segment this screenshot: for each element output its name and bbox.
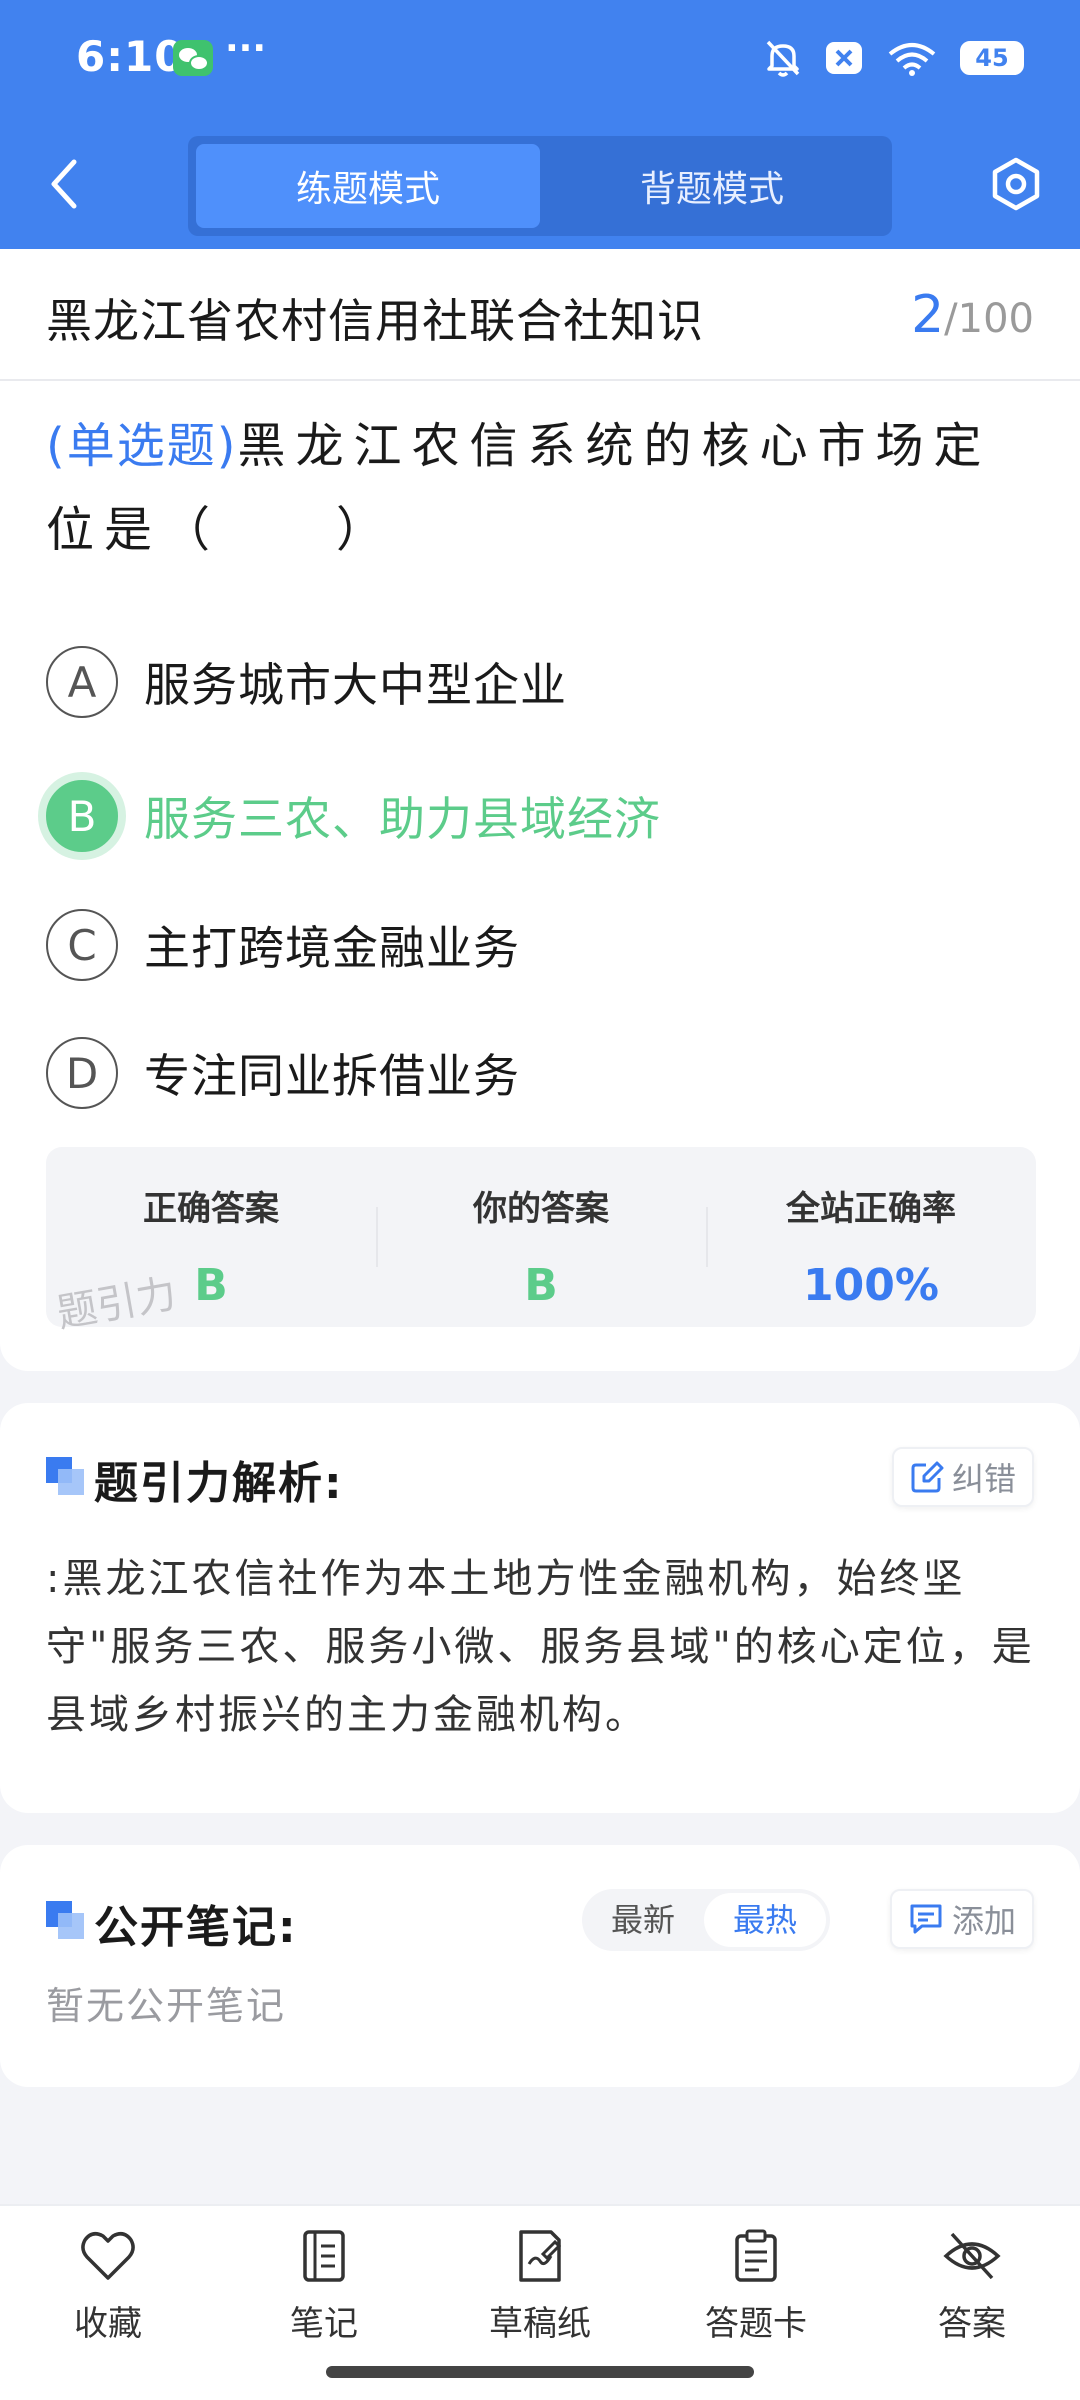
answer-sheet-icon <box>735 2229 777 2282</box>
option-text: 主打跨境金融业务 <box>144 921 520 975</box>
current-question-number: 2 <box>911 285 945 345</box>
analysis-card: 题引力解析: 纠错 :黑龙江农信社作为本土地方性金融机构，始终坚守"服务三农、服… <box>0 1403 1080 1813</box>
analysis-title: 题引力解析: <box>94 1458 344 1509</box>
settings-icon[interactable] <box>988 156 1044 212</box>
question-text: (单选题)黑龙江农信系统的核心市场定位是（ ） <box>46 404 1036 572</box>
edit-icon <box>911 1461 944 1493</box>
notes-card: 公开笔记: 最新 最热 添加 暂无公开笔记 <box>0 1845 1080 2087</box>
show-answer-button[interactable]: 答案 <box>892 2228 1052 2345</box>
home-indicator[interactable] <box>326 2366 754 2378</box>
correct-answer-label: 正确答案 <box>143 1189 279 1229</box>
sort-hottest[interactable]: 最热 <box>704 1893 826 1947</box>
report-error-button[interactable]: 纠错 <box>891 1447 1034 1507</box>
show-answer-label: 答案 <box>938 2304 1006 2344</box>
sort-latest[interactable]: 最新 <box>582 1893 704 1947</box>
battery-indicator: 45 <box>960 41 1024 75</box>
eye-off-icon <box>943 2232 1001 2280</box>
nav-bar: 练题模式 背题模式 <box>0 130 1080 240</box>
tab-practice-mode[interactable]: 练题模式 <box>196 144 540 228</box>
your-answer-label: 你的答案 <box>473 1189 609 1229</box>
comment-icon <box>910 1904 942 1934</box>
status-time: 6:10 <box>76 32 185 81</box>
site-accuracy: 全站正确率 100% <box>706 1147 1036 1327</box>
option-letter: D <box>46 1037 118 1109</box>
tab-memorize-mode[interactable]: 背题模式 <box>540 144 884 228</box>
question-progress: 2/100 <box>911 285 1034 345</box>
status-bar: 6:10 ··· 45 <box>0 0 1080 120</box>
option-d[interactable]: D 专注同业拆借业务 <box>46 1035 1006 1111</box>
section-icon <box>46 1901 86 1941</box>
option-letter: C <box>46 909 118 981</box>
answer-summary: 正确答案 B 你的答案 B 全站正确率 100% <box>46 1147 1036 1327</box>
section-icon <box>46 1457 86 1497</box>
site-accuracy-label: 全站正确率 <box>786 1189 956 1229</box>
question-card: 黑龙江省农村信用社联合社知识 2/100 (单选题)黑龙江农信系统的核心市场定位… <box>0 249 1080 1371</box>
favorite-button[interactable]: 收藏 <box>28 2228 188 2345</box>
option-text: 专注同业拆借业务 <box>144 1049 520 1103</box>
draft-icon <box>519 2230 562 2282</box>
option-b[interactable]: B 服务三农、助力县域经济 <box>46 778 1006 854</box>
notes-button[interactable]: 笔记 <box>244 2228 404 2345</box>
report-error-label: 纠错 <box>951 1460 1016 1498</box>
add-note-button[interactable]: 添加 <box>889 1889 1034 1949</box>
option-letter: B <box>46 780 118 852</box>
draft-paper-label: 草稿纸 <box>489 2304 591 2344</box>
subject-title: 黑龙江省农村信用社联合社知识 <box>46 294 704 348</box>
option-a[interactable]: A 服务城市大中型企业 <box>46 644 1006 720</box>
answer-sheet-button[interactable]: 答题卡 <box>676 2228 836 2345</box>
back-arrow-icon[interactable] <box>44 154 84 214</box>
option-letter: A <box>46 646 118 718</box>
wifi-icon <box>888 43 936 76</box>
favorite-label: 收藏 <box>74 2304 142 2344</box>
notes-sort-toggle: 最新 最热 <box>582 1889 830 1951</box>
question-header: 黑龙江省农村信用社联合社知识 2/100 <box>0 249 1080 381</box>
notes-label: 笔记 <box>290 2304 358 2344</box>
notes-title: 公开笔记: <box>94 1902 298 1953</box>
app-header: 6:10 ··· 45 练题模式 背题模式 <box>0 0 1080 249</box>
your-answer: 你的答案 B <box>376 1147 706 1327</box>
notebook-icon <box>303 2230 345 2282</box>
wechat-icon <box>173 40 213 76</box>
notes-empty-text: 暂无公开笔记 <box>46 1984 287 2028</box>
option-text: 服务城市大中型企业 <box>144 658 567 712</box>
more-notifications-icon: ··· <box>225 28 267 69</box>
option-c[interactable]: C 主打跨境金融业务 <box>46 907 1006 983</box>
add-note-label: 添加 <box>951 1902 1016 1940</box>
heart-icon <box>81 2232 135 2280</box>
mute-icon <box>766 40 800 77</box>
answer-sheet-label: 答题卡 <box>705 2304 807 2344</box>
your-answer-value: B <box>524 1260 558 1311</box>
mode-switch: 练题模式 背题模式 <box>188 136 892 236</box>
total-questions: /100 <box>944 296 1034 342</box>
status-icons: 45 <box>764 38 1024 78</box>
sim-off-icon <box>826 42 862 74</box>
question-type: (单选题) <box>46 418 238 474</box>
option-text: 服务三农、助力县域经济 <box>144 792 661 846</box>
site-accuracy-value: 100% <box>803 1260 939 1311</box>
draft-paper-button[interactable]: 草稿纸 <box>460 2228 620 2345</box>
analysis-text: :黑龙江农信社作为本土地方性金融机构，始终坚守"服务三农、服务小微、服务县域"的… <box>46 1556 1035 1738</box>
